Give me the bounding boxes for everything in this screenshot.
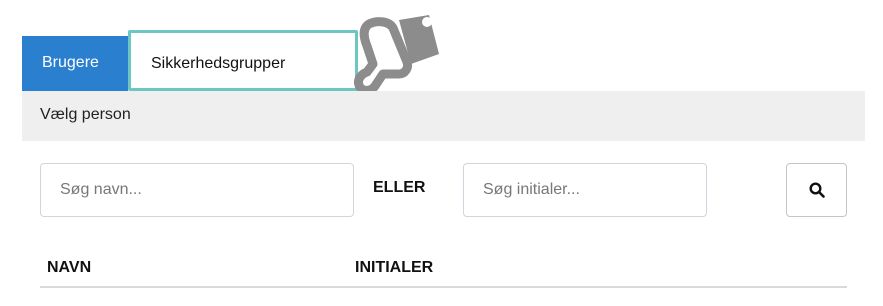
column-header-initials[interactable]: INITIALER: [355, 258, 433, 278]
search-icon: [808, 182, 825, 198]
search-button[interactable]: [786, 163, 847, 217]
hand-pointer-icon: [354, 15, 439, 95]
panel-title: Vælg person: [40, 106, 131, 123]
initials-search-input[interactable]: [463, 163, 707, 217]
panel-header: Vælg person: [22, 91, 865, 141]
tab-sikkerhedsgrupper[interactable]: Sikkerhedsgrupper: [128, 30, 358, 91]
table-header-divider: [40, 286, 847, 288]
name-search-input[interactable]: [40, 163, 354, 217]
or-label: ELLER: [373, 179, 426, 196]
column-header-name[interactable]: NAVN: [47, 258, 91, 278]
tab-brugere[interactable]: Brugere: [22, 36, 128, 91]
